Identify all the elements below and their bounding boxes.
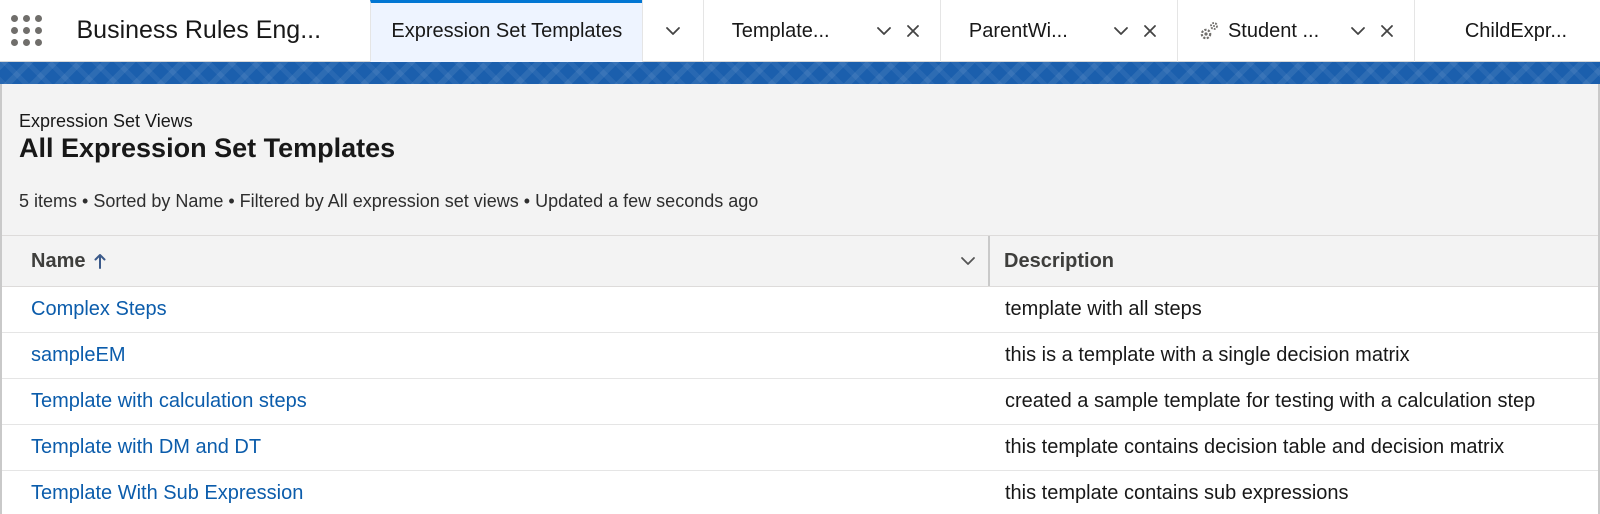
app-name: Business Rules Eng...	[76, 16, 322, 44]
chevron-down-icon[interactable]	[1350, 23, 1366, 39]
column-label: Description	[1004, 249, 1115, 272]
close-icon[interactable]	[906, 24, 920, 38]
record-link[interactable]: Template With Sub Expression	[31, 482, 303, 505]
tab-label: Template...	[731, 19, 830, 42]
chevron-down-icon[interactable]	[1113, 23, 1129, 39]
tab-label: Student ...	[1227, 19, 1320, 42]
record-description: this is a template with a single decisio…	[1005, 344, 1410, 366]
chevron-down-icon	[665, 23, 681, 39]
table-row: Complex Steps template with all steps	[2, 287, 1598, 333]
table-header: Name Description	[2, 235, 1598, 287]
object-label: Expression Set Views	[19, 111, 193, 131]
subtab-childexpr[interactable]: ChildExpr...	[1413, 0, 1600, 62]
column-header-name[interactable]: Name	[2, 236, 990, 286]
close-icon[interactable]	[1143, 24, 1157, 38]
brand-band	[0, 62, 1600, 84]
list-view-meta: 5 items • Sorted by Name • Filtered by A…	[19, 191, 759, 211]
record-description: created a sample template for testing wi…	[1005, 390, 1536, 412]
chevron-down-icon[interactable]	[876, 23, 892, 39]
table-row: Template with calculation steps created …	[2, 379, 1598, 425]
record-link[interactable]: Template with DM and DT	[31, 436, 261, 459]
record-link[interactable]: sampleEM	[31, 344, 125, 367]
chevron-down-icon[interactable]	[960, 253, 976, 269]
subtab-parentwi[interactable]: ParentWi...	[939, 0, 1177, 62]
app-launcher-icon	[11, 15, 43, 46]
tab-label: ParentWi...	[968, 19, 1068, 42]
page-title: All Expression Set Templates	[19, 133, 396, 163]
app-launcher-button[interactable]	[0, 0, 53, 61]
record-description: template with all steps	[1005, 298, 1202, 320]
list-view-header: Expression Set Views All Expression Set …	[0, 84, 1600, 236]
record-link[interactable]: Complex Steps	[31, 298, 167, 321]
table-row: Template with DM and DT this template co…	[2, 425, 1598, 471]
record-link[interactable]: Template with calculation steps	[31, 390, 307, 413]
record-description: this template contains decision table an…	[1005, 436, 1505, 458]
table-row: sampleEM this is a template with a singl…	[2, 333, 1598, 379]
tab-expression-set-templates-menu-button[interactable]	[642, 0, 702, 62]
tab-expression-set-templates[interactable]: Expression Set Templates	[370, 0, 643, 62]
subtab-student[interactable]: Student ...	[1176, 0, 1414, 62]
sort-ascending-icon	[93, 252, 107, 270]
column-label: Name	[31, 249, 86, 272]
tab-label: Expression Set Templates	[391, 19, 623, 42]
gear-icon	[1198, 20, 1220, 42]
table-row: Template With Sub Expression this templa…	[2, 471, 1598, 514]
column-header-description[interactable]: Description	[990, 236, 1598, 286]
subtab-template[interactable]: Template...	[702, 0, 940, 62]
global-navigation: Business Rules Eng... Expression Set Tem…	[0, 0, 1600, 62]
close-icon[interactable]	[1380, 24, 1394, 38]
records-table: Name Description Complex Steps template …	[0, 235, 1600, 514]
record-description: this template contains sub expressions	[1005, 482, 1349, 504]
tab-label: ChildExpr...	[1464, 19, 1568, 42]
